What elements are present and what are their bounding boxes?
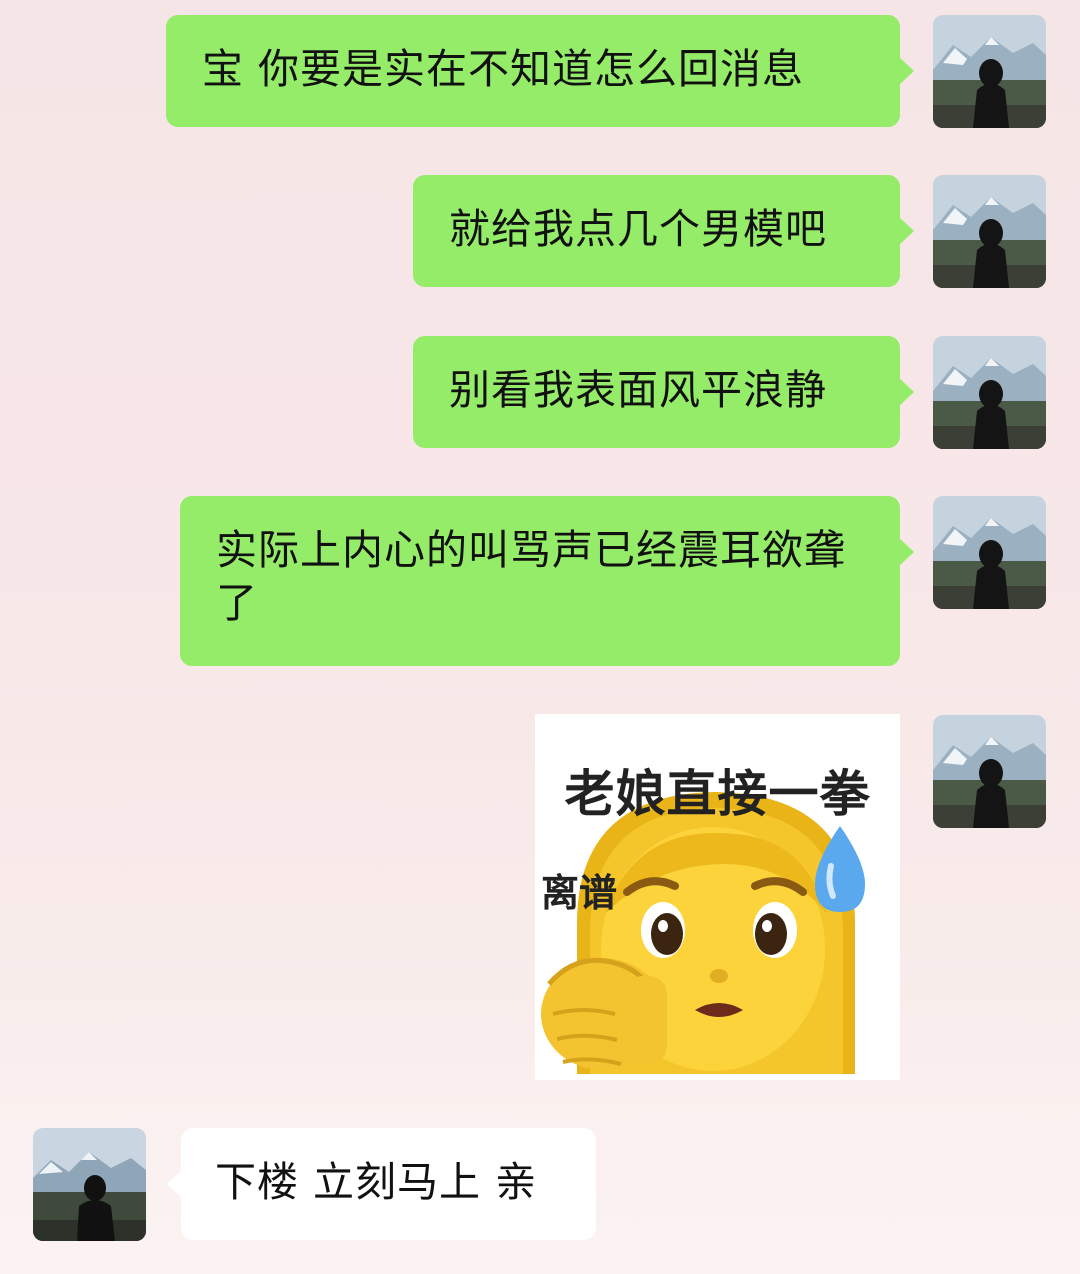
message-text: 下楼 立刻马上 亲	[215, 1158, 538, 1206]
message-bubble-sent[interactable]: 就给我点几个男模吧	[413, 175, 914, 287]
contact-avatar[interactable]	[33, 1128, 146, 1241]
message-bubble-sent[interactable]: 别看我表面风平浪静	[413, 336, 914, 448]
my-avatar[interactable]	[933, 175, 1046, 288]
my-avatar[interactable]	[933, 336, 1046, 449]
message-text: 别看我表面风平浪静	[449, 366, 827, 414]
message-bubble-sent[interactable]: 宝 你要是实在不知道怎么回消息	[166, 15, 914, 127]
sticker-message[interactable]: 老娘直接一拳 离谱	[535, 714, 900, 1080]
message-bubble-sent[interactable]: 实际上内心的叫骂声已经震耳欲聋了	[180, 496, 914, 666]
chat-window: 宝 你要是实在不知道怎么回消息 就给我点几个男模吧 别看我表面风平浪静 实际上内…	[0, 0, 1080, 1274]
my-avatar[interactable]	[933, 715, 1046, 828]
message-text: 宝 你要是实在不知道怎么回消息	[202, 45, 805, 93]
sticker-side-caption: 离谱	[541, 871, 618, 915]
message-text: 就给我点几个男模吧	[449, 205, 827, 253]
my-avatar[interactable]	[933, 496, 1046, 609]
my-avatar[interactable]	[933, 15, 1046, 128]
sticker-caption: 老娘直接一拳	[564, 765, 871, 823]
message-text: 实际上内心的叫骂声已经震耳欲聋了	[216, 526, 846, 627]
message-bubble-received[interactable]: 下楼 立刻马上 亲	[167, 1128, 596, 1240]
